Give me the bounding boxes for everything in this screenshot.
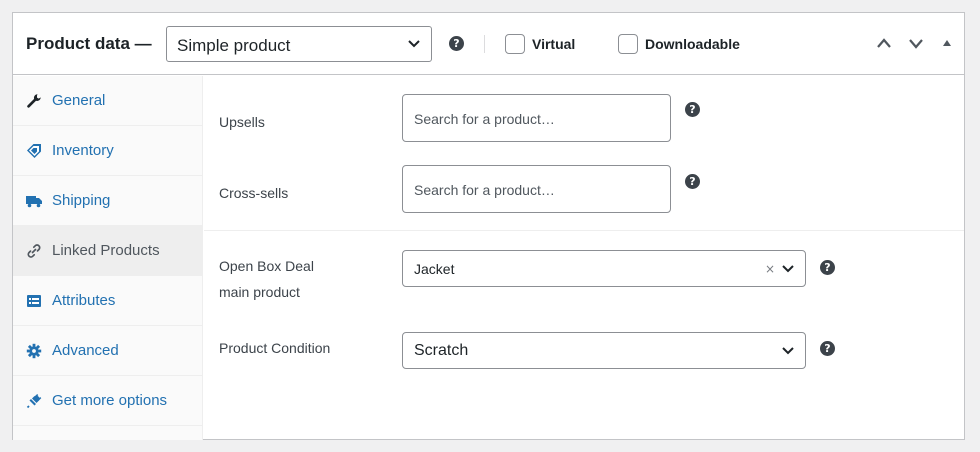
product-data-tabs: General Inventory Shipping Linked Produc… (13, 76, 203, 440)
crosssells-label: Cross-sells (219, 185, 289, 201)
tab-advanced-label: Advanced (52, 342, 119, 359)
chevron-down-icon (408, 40, 420, 48)
product-condition-help-icon[interactable]: ? (820, 341, 835, 356)
product-condition-label: Product Condition (219, 340, 331, 356)
upsells-input[interactable]: Search for a product… (402, 94, 671, 142)
tab-shipping-label: Shipping (52, 192, 111, 209)
chevron-down-icon (782, 347, 794, 355)
help-icon[interactable]: ? (449, 36, 464, 51)
tab-get-more-options-label: Get more options (52, 392, 168, 409)
chevron-down-icon[interactable] (907, 35, 925, 51)
tab-shipping[interactable]: Shipping (13, 176, 203, 226)
chevron-down-icon (782, 265, 794, 273)
tab-general[interactable]: General (13, 76, 203, 126)
product-condition-value: Scratch (414, 342, 469, 359)
crosssells-help-icon[interactable]: ? (685, 174, 700, 189)
open-box-deal-select[interactable]: Jacket × (402, 250, 806, 287)
truck-icon (26, 196, 42, 208)
tab-attributes-label: Attributes (52, 292, 116, 309)
tab-get-more-options[interactable]: Get more options (13, 376, 203, 426)
product-type-select[interactable]: Simple product (166, 26, 432, 62)
virtual-checkbox[interactable] (505, 34, 525, 54)
product-type-value: Simple product (177, 36, 291, 55)
collapse-triangle-icon[interactable] (941, 37, 953, 49)
open-box-deal-label-line1: Open Box Deal (219, 258, 314, 274)
upsells-help-icon[interactable]: ? (685, 102, 700, 117)
panel-header: Product data — Simple product ? Virtual … (13, 13, 964, 75)
section-divider (204, 230, 964, 231)
tab-linked-products[interactable]: Linked Products (13, 226, 203, 276)
virtual-label: Virtual (532, 36, 576, 52)
list-icon (27, 295, 41, 307)
open-box-deal-value: Jacket (414, 261, 455, 277)
open-box-deal-label-line2: main product (219, 284, 300, 300)
downloadable-checkbox[interactable] (618, 34, 638, 54)
crosssells-placeholder: Search for a product… (414, 182, 555, 198)
clear-selection-icon[interactable]: × (765, 262, 775, 276)
tab-linked-products-label: Linked Products (52, 242, 160, 259)
upsells-label: Upsells (219, 114, 265, 130)
open-box-deal-help-icon[interactable]: ? (820, 260, 835, 275)
link-icon (27, 244, 41, 258)
downloadable-toggle[interactable]: Downloadable (618, 33, 740, 55)
header-divider (484, 35, 485, 53)
tab-advanced[interactable]: Advanced (13, 326, 203, 376)
downloadable-label: Downloadable (645, 36, 740, 52)
chevron-up-icon[interactable] (875, 35, 893, 51)
wrench-icon (27, 94, 41, 108)
tag-icon (27, 144, 41, 158)
linked-products-panel: Upsells Search for a product… ? Cross-se… (204, 76, 964, 440)
tab-attributes[interactable]: Attributes (13, 276, 203, 326)
upsells-placeholder: Search for a product… (414, 111, 555, 127)
tab-inventory-label: Inventory (52, 142, 114, 159)
virtual-toggle[interactable]: Virtual (505, 33, 575, 55)
tab-inventory[interactable]: Inventory (13, 126, 203, 176)
product-condition-select[interactable]: Scratch (402, 332, 806, 369)
tab-general-label: General (52, 92, 106, 109)
panel-title: Product data — (26, 34, 152, 53)
gear-icon (26, 343, 42, 359)
product-data-panel: Product data — Simple product ? Virtual … (12, 12, 965, 440)
plugin-icon (26, 394, 42, 409)
crosssells-input[interactable]: Search for a product… (402, 165, 671, 213)
